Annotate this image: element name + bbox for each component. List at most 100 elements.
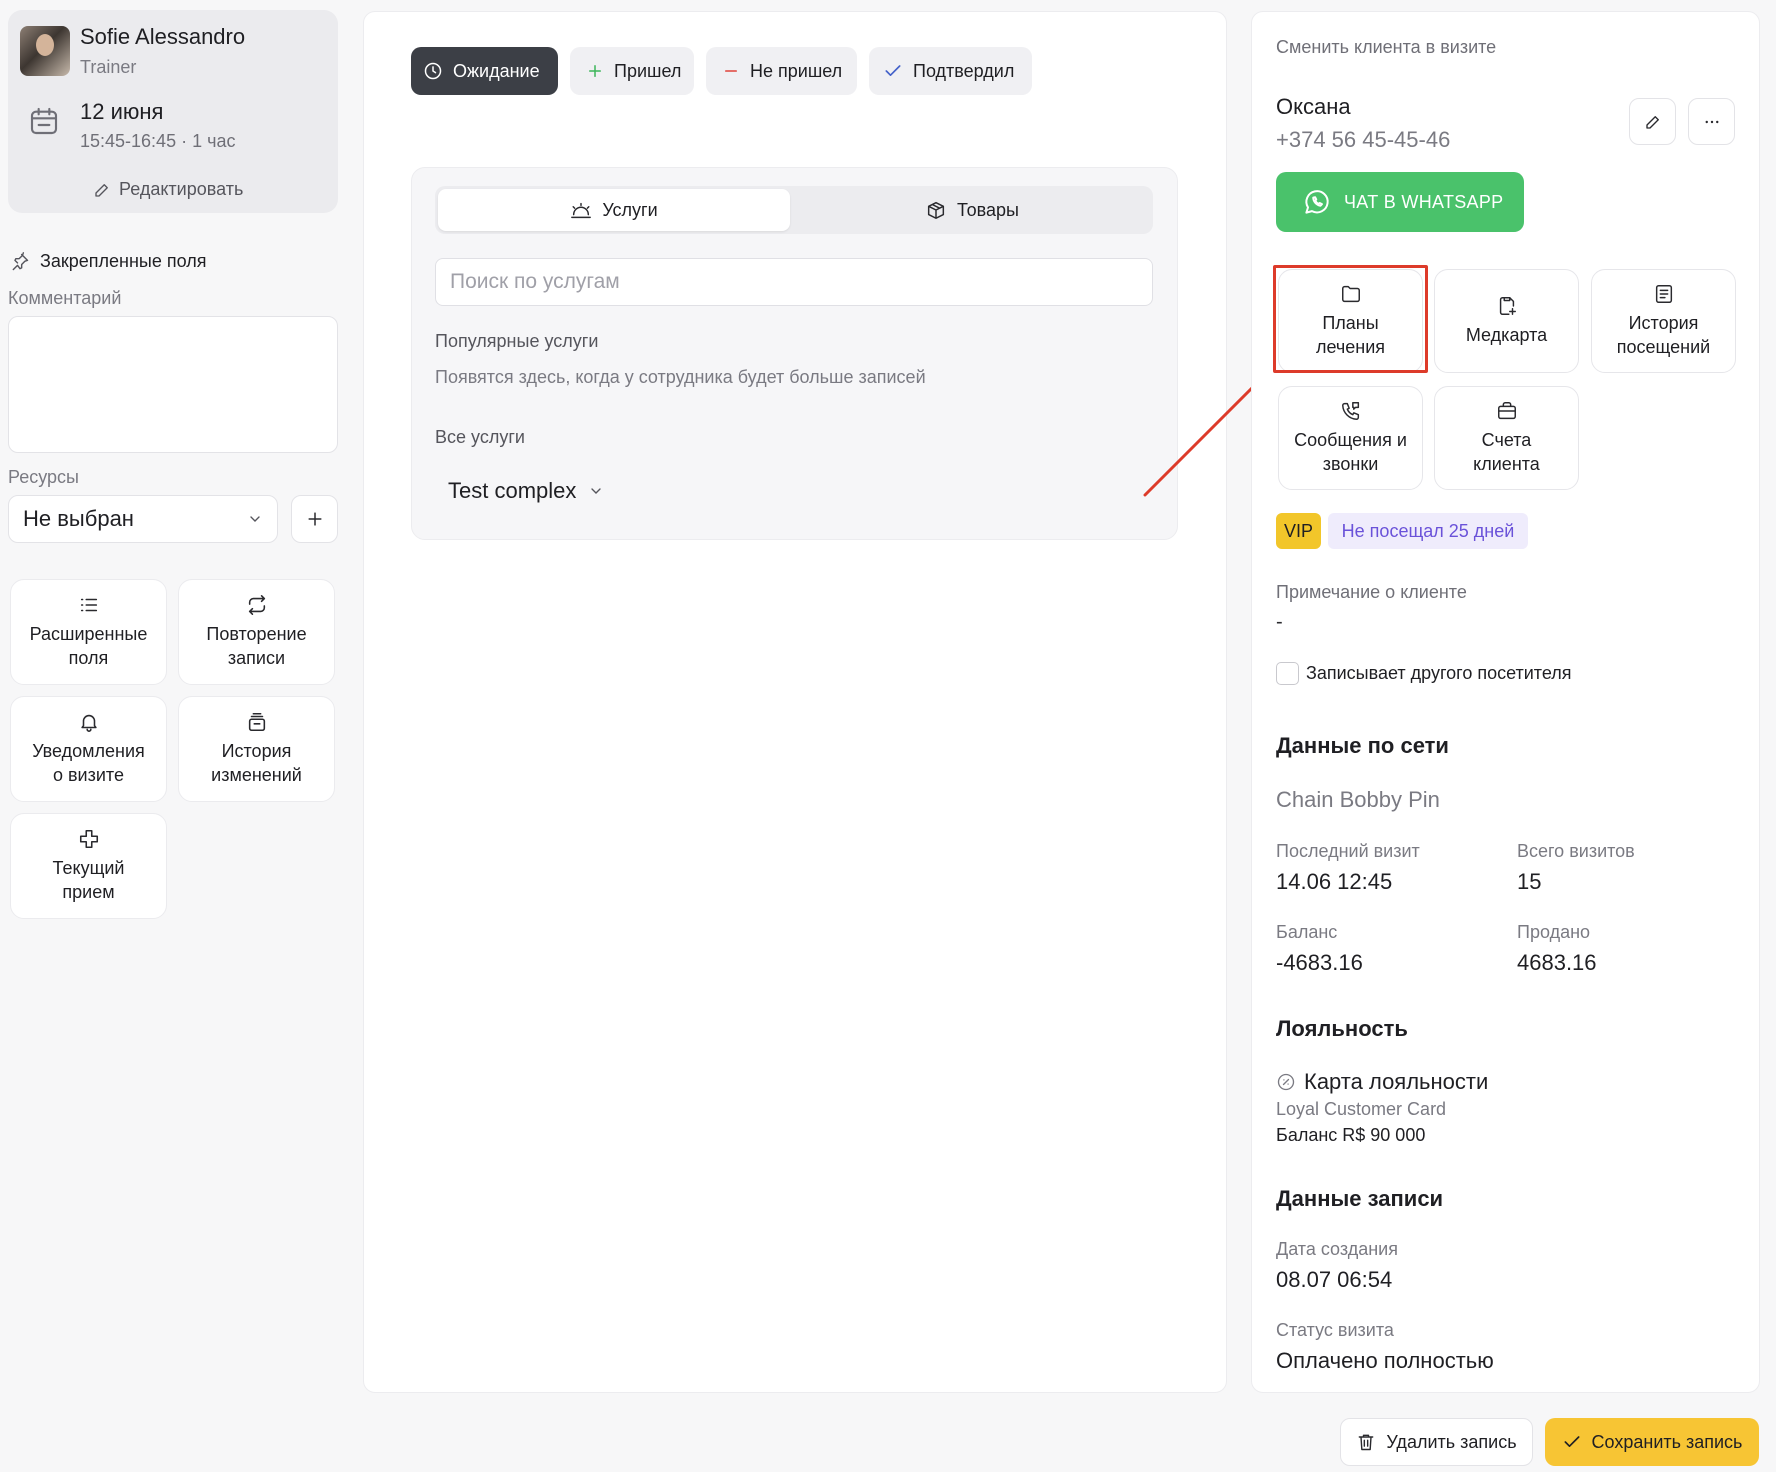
staff-role: Trainer [80,57,137,77]
loyalty-badge-icon [1276,1072,1296,1092]
tab-services-label: Услуги [602,199,658,220]
comment-label: Комментарий [8,288,122,308]
status-confirmed-label: Подтвердил [913,60,1015,81]
services-goods-tabs: Услуги Товары [435,186,1153,234]
tile-label-line1: Уведомления [32,741,145,761]
tile-label-line2: клиента [1473,454,1540,474]
resources-label: Ресурсы [8,467,79,487]
client-note-value: - [1276,611,1283,633]
change-history-tile[interactable]: История изменений [178,696,335,802]
tile-label-line2: посещений [1616,337,1711,357]
pinned-fields-label: Закрепленные поля [40,251,207,271]
tab-goods[interactable]: Товары [794,189,1150,231]
tab-goods-label: Товары [957,199,1019,220]
status-arrived-button[interactable]: Пришел [570,47,694,95]
box-icon [925,199,947,221]
client-phone: +374 56 45-45-46 [1276,127,1451,152]
edit-visit-label: Редактировать [119,179,244,199]
created-date-value: 08.07 06:54 [1276,1267,1393,1292]
trash-icon [1356,1432,1376,1452]
visits-history-icon [1653,283,1675,305]
check-icon [883,61,903,81]
client-note-label: Примечание о клиенте [1276,582,1467,602]
wallet-icon [1496,400,1518,422]
status-confirmed-button[interactable]: Подтвердил [869,47,1032,95]
repeat-visit-tile[interactable]: Повторение записи [178,579,335,685]
messages-calls-tile[interactable]: Сообщения и звонки [1278,386,1423,490]
avatar [20,26,70,76]
tile-label-line2: о визите [52,765,124,785]
other-visitor-label: Записывает другого посетителя [1306,663,1572,683]
service-group-name: Test complex [448,478,577,503]
status-arrived-label: Пришел [614,60,682,81]
resources-select[interactable]: Не выбран [8,495,278,543]
current-appointment-tile[interactable]: Текущий прием [10,813,167,919]
visit-history-tile[interactable]: История посещений [1591,269,1736,373]
folder-icon [1340,283,1362,305]
tile-label-line2: поля [68,648,109,668]
medical-cross-icon [78,828,100,850]
status-no-show-label: Не пришел [750,60,843,81]
more-options-button[interactable] [1688,98,1735,145]
other-visitor-checkbox[interactable] [1276,662,1299,685]
tile-label-line1: История [221,741,292,761]
calendar-icon [28,105,60,137]
client-invoices-tile[interactable]: Счета клиента [1434,386,1579,490]
loyalty-card-name: Loyal Customer Card [1276,1099,1447,1119]
balance-value: -4683.16 [1276,950,1363,975]
loyalty-title: Лояльность [1276,1016,1408,1041]
last-visit-value: 14.06 12:45 [1276,869,1393,894]
comment-textarea[interactable] [8,316,338,453]
tile-label-line1: История [1628,313,1699,333]
clock-icon [423,61,443,81]
tile-label-line2: записи [227,648,286,668]
visit-notifications-tile[interactable]: Уведомления о визите [10,696,167,802]
status-waiting-label: Ожидание [453,60,540,81]
treatment-plans-tile[interactable]: Планы лечения [1278,269,1423,373]
tile-label-line2: лечения [1315,337,1386,357]
bell-icon [78,711,100,733]
tab-services[interactable]: Услуги [438,189,790,231]
history-icon [246,711,268,733]
loyalty-card: Карта лояльности [1276,1069,1488,1095]
tile-label-line2: изменений [211,765,302,785]
list-icon [78,594,100,616]
tile-label-line1: Счета [1481,430,1532,450]
client-name: Оксана [1276,94,1351,119]
change-client-link[interactable]: Сменить клиента в визите [1276,37,1496,58]
tile-label-line1: Планы [1322,313,1379,333]
messages-calls-icon [1340,400,1362,422]
all-services-title: Все услуги [435,427,525,447]
status-no-show-button[interactable]: Не пришел [706,47,857,95]
status-waiting-button[interactable]: Ожидание [411,47,558,95]
whatsapp-icon [1302,187,1332,217]
whatsapp-chat-button[interactable]: ЧАТ В WHATSAPP [1276,172,1524,232]
service-group-test-complex[interactable]: Test complex [448,478,604,504]
staff-name: Sofie Alessandro [80,24,246,49]
services-search-input[interactable] [435,258,1153,306]
delete-record-button[interactable]: Удалить запись [1340,1418,1533,1466]
tile-label-line1: Расширенные [29,624,148,644]
tile-label-line2: звонки [1322,454,1379,474]
extended-fields-tile[interactable]: Расширенные поля [10,579,167,685]
popular-services-title: Популярные услуги [435,331,599,351]
pencil-icon [93,181,111,199]
minus-icon [722,62,740,80]
visit-time: 15:45-16:45 · 1 час [80,131,236,151]
save-record-button[interactable]: Сохранить запись [1545,1418,1759,1466]
add-resource-button[interactable] [291,495,338,543]
medcard-icon [1496,295,1518,317]
created-date-label: Дата создания [1276,1239,1398,1259]
plus-icon [305,509,325,529]
edit-visit-button[interactable]: Редактировать [93,179,243,200]
network-data-title: Данные по сети [1276,733,1449,758]
visit-date: 12 июня [80,99,164,124]
loyalty-card-label: Карта лояльности [1304,1069,1489,1094]
delete-record-label: Удалить запись [1386,1431,1517,1452]
medical-card-tile[interactable]: Медкарта [1434,269,1579,373]
edit-client-button[interactable] [1629,98,1676,145]
check-icon [1562,1432,1582,1452]
repeat-icon [246,594,268,616]
service-bell-icon [570,199,592,221]
save-record-label: Сохранить запись [1591,1431,1743,1452]
